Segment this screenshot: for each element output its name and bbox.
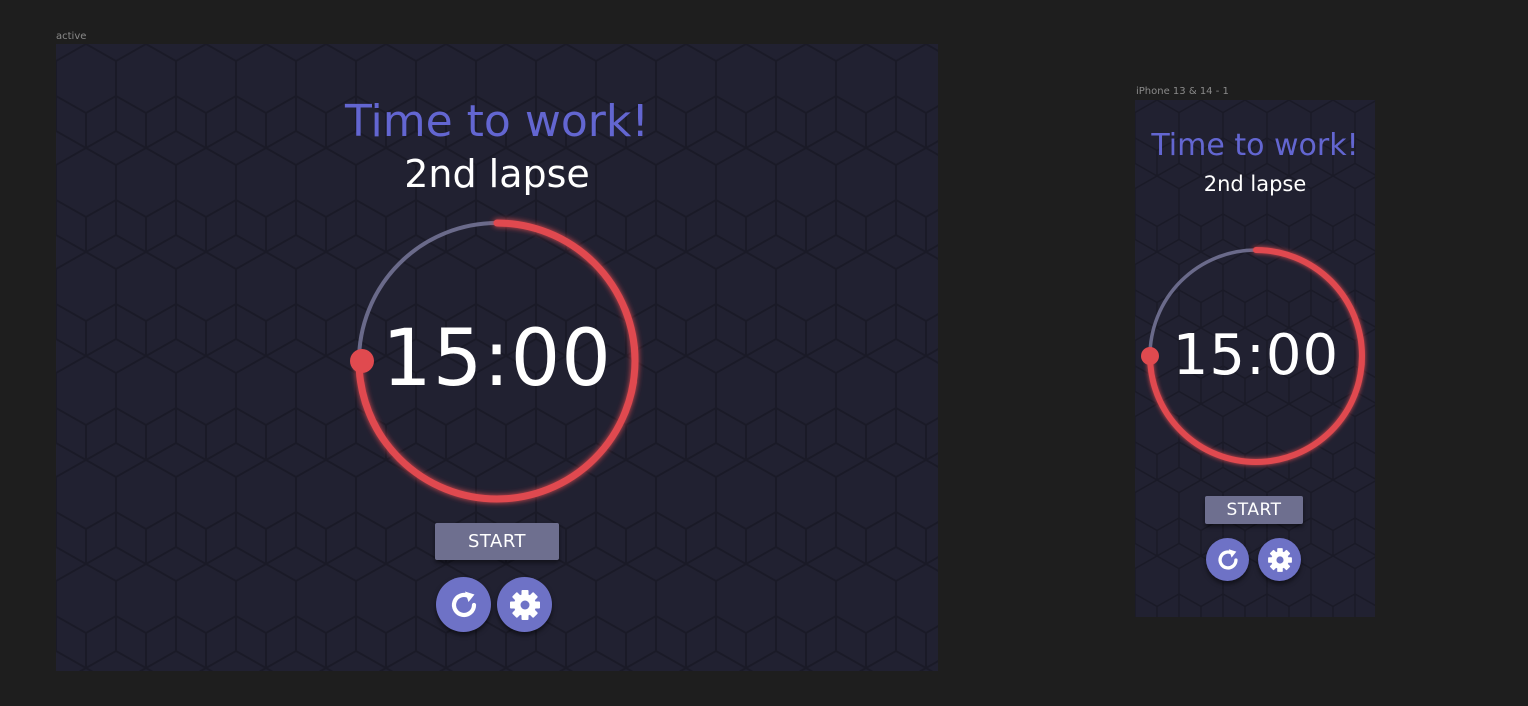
gear-icon <box>1267 547 1292 572</box>
reset-button[interactable] <box>1206 538 1249 581</box>
timer-ring: 15:00 <box>1141 245 1367 467</box>
timer-display: 15:00 <box>1172 323 1340 388</box>
reset-button[interactable] <box>436 577 491 632</box>
reset-icon <box>451 591 476 617</box>
reset-icon <box>1217 548 1238 570</box>
frame-label-mobile[interactable]: iPhone 13 & 14 - 1 <box>1136 86 1229 97</box>
mobile-frame[interactable]: Time to work! 2nd lapse 15:00 START <box>1135 100 1375 617</box>
start-button[interactable]: START <box>1205 496 1303 524</box>
start-button[interactable]: START <box>435 523 559 560</box>
timer-ring: 15:00 <box>350 216 642 506</box>
frame-label-desktop[interactable]: active <box>56 31 86 42</box>
lapse-label: 2nd lapse <box>404 152 590 196</box>
gear-icon <box>509 589 540 620</box>
lapse-label: 2nd lapse <box>1203 172 1307 196</box>
design-canvas: active Time to work! 2nd lapse 15:00 STA… <box>0 0 1528 706</box>
page-title: Time to work! <box>1151 128 1359 163</box>
settings-button[interactable] <box>1258 538 1301 581</box>
page-title: Time to work! <box>345 96 649 147</box>
desktop-frame[interactable]: Time to work! 2nd lapse 15:00 START <box>56 44 938 671</box>
settings-button[interactable] <box>497 577 552 632</box>
timer-display: 15:00 <box>382 314 612 404</box>
